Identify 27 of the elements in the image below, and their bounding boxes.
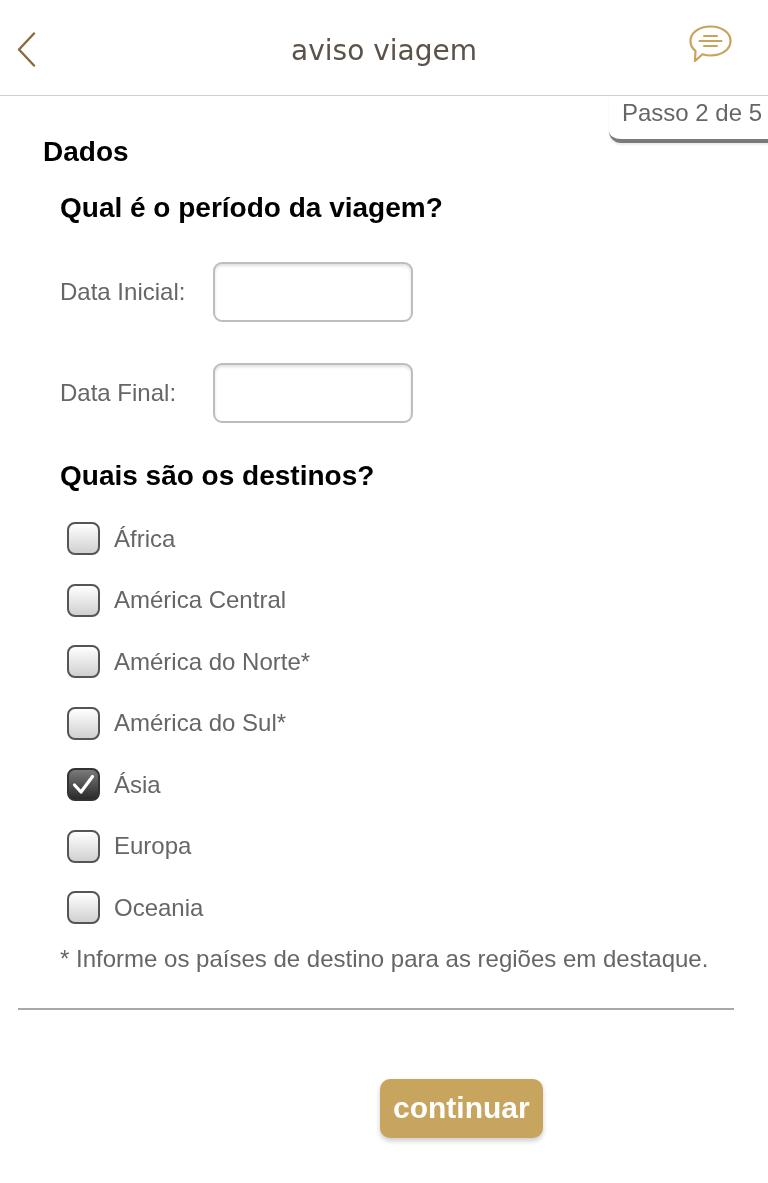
step-indicator: Passo 2 de 5 <box>608 96 768 143</box>
checkbox[interactable] <box>67 522 100 556</box>
option-label: Oceania <box>114 893 204 922</box>
section-title: Dados <box>43 136 129 168</box>
option-label: América do Sul* <box>114 709 287 738</box>
checkbox[interactable] <box>67 768 100 802</box>
page-title: aviso viagem <box>290 34 478 67</box>
date-input[interactable] <box>213 262 413 322</box>
checkbox[interactable] <box>67 583 100 617</box>
option-label: África <box>114 524 176 553</box>
checkbox[interactable] <box>67 645 100 679</box>
option-label: América do Norte* <box>114 647 311 676</box>
field-label: Data Inicial: <box>60 278 187 306</box>
option-label: Europa <box>114 832 192 861</box>
option-label: América Central <box>114 586 287 615</box>
field-label: Data Final: <box>60 379 178 407</box>
question-heading: Qual é o período da viagem? <box>60 192 444 224</box>
checkbox[interactable] <box>67 891 100 925</box>
question-heading: Quais são os destinos? <box>60 460 376 492</box>
option-label: Ásia <box>114 770 161 799</box>
checkmark-icon <box>72 774 95 796</box>
checkbox[interactable] <box>67 829 100 863</box>
checkbox[interactable] <box>67 706 100 740</box>
continue-button[interactable]: continuar <box>380 1078 543 1138</box>
footnote-text: * Informe os países de destino para as regiões em destaque. <box>60 944 710 973</box>
back-icon[interactable] <box>17 31 36 67</box>
date-input[interactable] <box>213 363 413 423</box>
